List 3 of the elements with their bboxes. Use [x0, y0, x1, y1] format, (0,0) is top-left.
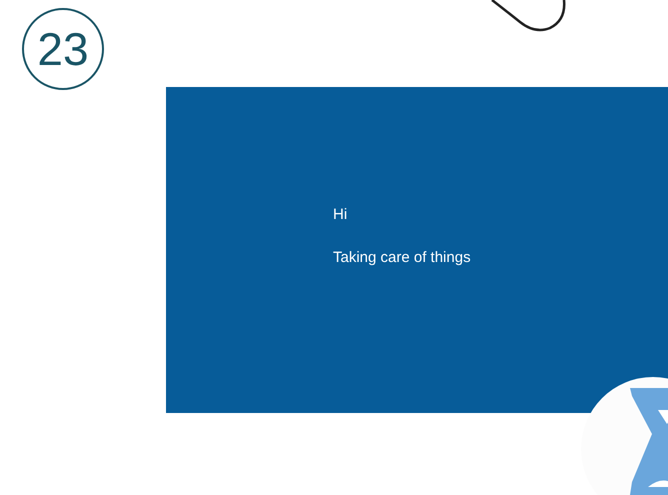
status-message: Taking care of things [333, 248, 471, 268]
step-number: 23 [22, 8, 104, 90]
greeting-text: Hi [333, 205, 348, 225]
